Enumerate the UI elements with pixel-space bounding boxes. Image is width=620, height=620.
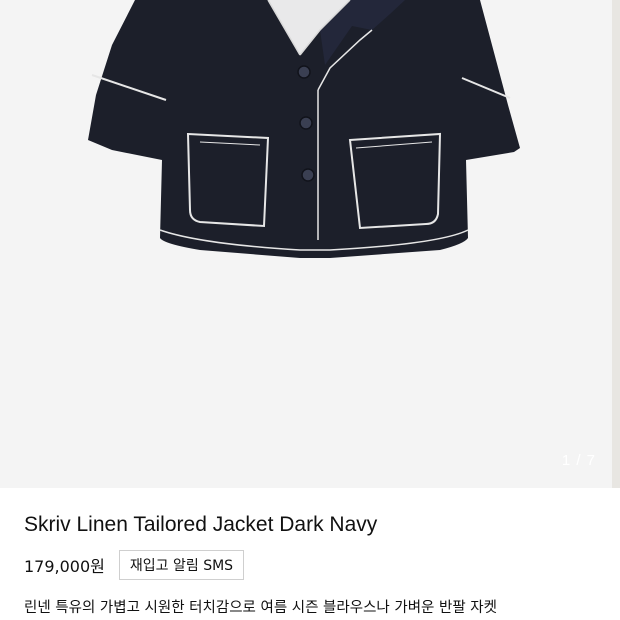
image-counter: 1 / 7 — [561, 452, 596, 469]
product-image[interactable] — [0, 0, 620, 488]
product-price: 179,000원 — [24, 557, 105, 576]
restock-sms-button[interactable]: 재입고 알림 SMS — [118, 550, 245, 580]
product-image-gallery[interactable]: 1 / 7 — [0, 0, 620, 488]
product-page: 1 / 7 Skriv Linen Tailored Jacket Dark N… — [0, 0, 620, 620]
product-description: 린넨 특유의 가볍고 시원한 터치감으로 여름 시즌 블라우스나 가벼운 반팔 … — [24, 600, 497, 616]
price-row: 179,000원 재입고 알림 SMS — [24, 549, 245, 581]
product-title: Skriv Linen Tailored Jacket Dark Navy — [24, 513, 378, 536]
